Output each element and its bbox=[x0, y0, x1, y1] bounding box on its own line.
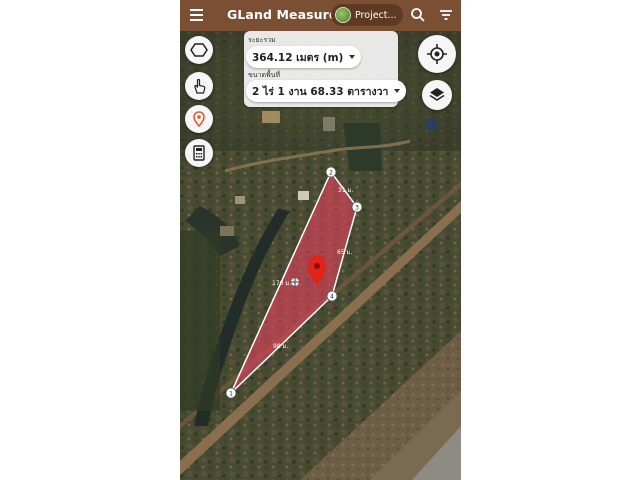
area-value: 2 ไร่ 1 งาน 68.33 ตารางวา bbox=[252, 85, 389, 98]
search-icon[interactable] bbox=[408, 5, 428, 25]
project-thumbnail bbox=[335, 7, 351, 23]
satellite-map[interactable]: 31 ม. 65 ม. 170 ม. 98 ม. 1 2 3 4 ระยะรวม… bbox=[180, 31, 461, 480]
my-location-icon bbox=[427, 44, 447, 64]
touch-tool-button[interactable] bbox=[185, 72, 213, 100]
app-title: GLand Measure bbox=[227, 7, 338, 22]
phone-screen: 31 ม. 65 ม. 170 ม. 98 ม. 1 2 3 4 ระยะรวม… bbox=[180, 0, 461, 480]
measurement-info-card: ระยะรวม 364.12 เมตร (m) ขนาดพื้นที่ 2 ไร… bbox=[244, 31, 407, 107]
polygon-tool-icon bbox=[190, 43, 208, 57]
filter-icon[interactable] bbox=[436, 5, 456, 25]
project-selector[interactable]: Project... bbox=[331, 4, 403, 26]
project-label: Project... bbox=[355, 9, 397, 21]
pin-tool-icon bbox=[193, 111, 205, 128]
app-bar: GLand Measure Project... bbox=[180, 0, 461, 31]
polygon-tool-button[interactable] bbox=[185, 36, 213, 64]
edge-label-4-1: 98 ม. bbox=[273, 343, 288, 350]
polygon-vertex[interactable]: 2 bbox=[325, 166, 337, 178]
area-unit-dropdown[interactable]: 2 ไร่ 1 งาน 68.33 ตารางวา bbox=[246, 80, 407, 102]
calculator-icon bbox=[193, 145, 205, 161]
polygon-vertex[interactable]: 3 bbox=[351, 201, 363, 213]
chevron-down-icon bbox=[394, 89, 401, 93]
layers-icon bbox=[429, 88, 445, 101]
edge-label-3-4: 65 ม. bbox=[337, 249, 352, 256]
edge-label-2-3: 31 ม. bbox=[338, 187, 353, 194]
distance-value: 364.12 เมตร (m) bbox=[252, 51, 344, 64]
calculator-tool-button[interactable] bbox=[185, 139, 213, 167]
svg-text:3: 3 bbox=[355, 205, 359, 212]
distance-label: ระยะรวม bbox=[248, 36, 276, 44]
polygon-vertex[interactable]: 4 bbox=[326, 290, 338, 302]
svg-text:4: 4 bbox=[330, 294, 334, 301]
pin-tool-button[interactable] bbox=[185, 105, 213, 133]
touch-tool-icon bbox=[194, 78, 206, 94]
menu-icon[interactable] bbox=[186, 5, 208, 25]
svg-text:2: 2 bbox=[329, 170, 333, 177]
svg-text:1: 1 bbox=[229, 391, 233, 398]
layers-button[interactable] bbox=[422, 80, 452, 110]
chevron-down-icon bbox=[349, 55, 356, 59]
edge-label-1-2: 170 ม. bbox=[272, 280, 291, 287]
distance-unit-dropdown[interactable]: 364.12 เมตร (m) bbox=[246, 46, 362, 68]
polygon-vertex[interactable]: 1 bbox=[225, 387, 237, 399]
my-location-button[interactable] bbox=[418, 35, 456, 73]
